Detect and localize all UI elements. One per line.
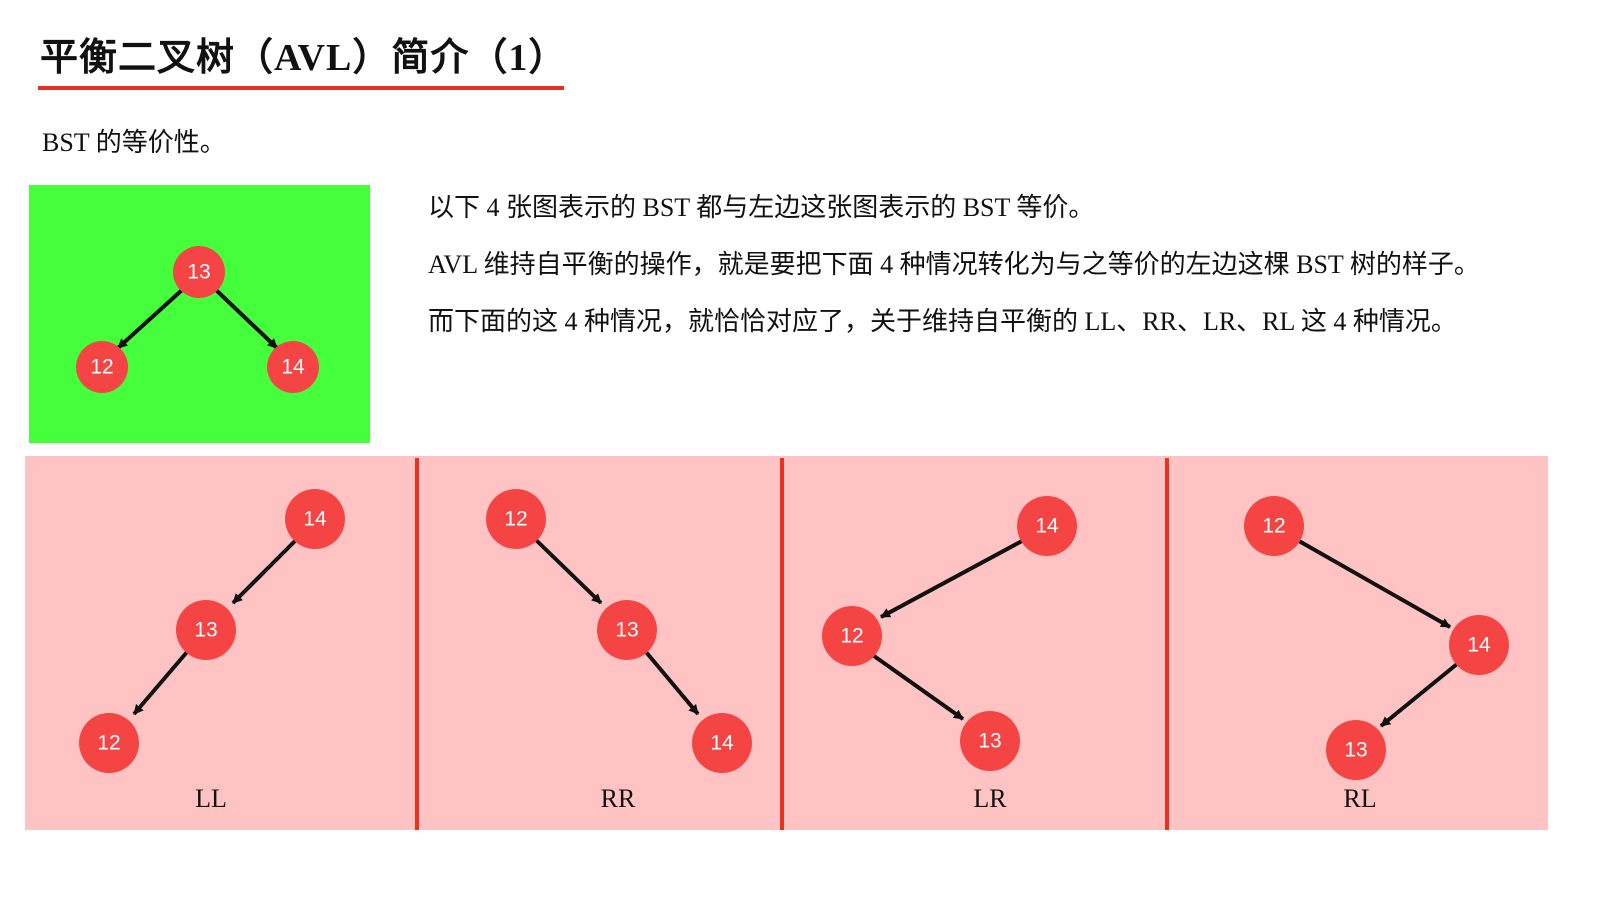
- ll-node-middle: 13: [176, 600, 236, 660]
- rl-edge-2: [1379, 662, 1459, 728]
- svg-text:13: 13: [615, 619, 638, 642]
- svg-text:12: 12: [840, 625, 863, 648]
- case-trees: 14 13 12 12 13 14 14 12 13 12 14 13: [79, 489, 1509, 780]
- case-label-rr: RR: [600, 784, 636, 813]
- lr-node-middle: 12: [822, 606, 882, 666]
- lr-edge-1: [880, 539, 1023, 619]
- svg-text:14: 14: [303, 508, 327, 531]
- rr-node-middle: 13: [597, 600, 657, 660]
- svg-text:12: 12: [504, 508, 527, 531]
- rr-edge-2: [644, 650, 700, 716]
- svg-text:14: 14: [1035, 515, 1059, 538]
- rl-edge-1: [1298, 539, 1451, 629]
- rl-node-bottom: 13: [1326, 720, 1386, 780]
- lr-edge-2: [872, 654, 965, 721]
- case-label-lr: LR: [973, 784, 1007, 813]
- rr-edge-1: [534, 538, 603, 605]
- ll-edge-2: [132, 650, 189, 716]
- svg-text:13: 13: [1344, 739, 1367, 762]
- lr-node-bottom: 13: [960, 711, 1020, 771]
- svg-text:13: 13: [194, 619, 217, 642]
- svg-text:12: 12: [97, 732, 120, 755]
- svg-text:14: 14: [710, 732, 734, 755]
- ll-node-top: 14: [285, 489, 345, 549]
- case-label-rl: RL: [1343, 784, 1377, 813]
- rr-node-top: 12: [486, 489, 546, 549]
- case-label-ll: LL: [195, 784, 227, 813]
- ll-node-bottom: 12: [79, 713, 139, 773]
- svg-text:12: 12: [1262, 515, 1285, 538]
- svg-text:14: 14: [1467, 634, 1491, 657]
- rr-node-bottom: 14: [692, 713, 752, 773]
- rl-node-middle: 14: [1449, 615, 1509, 675]
- rl-node-top: 12: [1244, 496, 1304, 556]
- svg-text:13: 13: [978, 730, 1001, 753]
- ll-edge-1: [231, 538, 298, 605]
- lr-node-top: 14: [1017, 496, 1077, 556]
